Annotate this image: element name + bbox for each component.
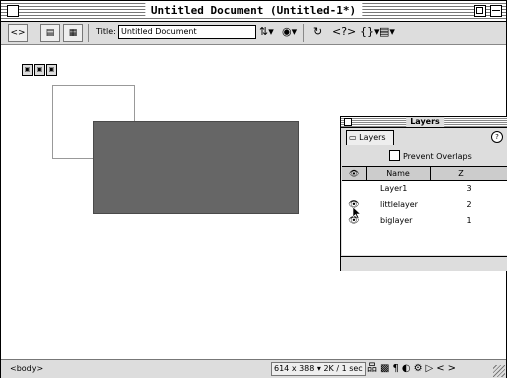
code-nav-icon[interactable]: <?> <box>332 25 356 39</box>
layer-z: 3 <box>466 184 472 193</box>
eye-column-icon[interactable]: 👁 <box>342 167 367 180</box>
split-view-icon: ▤ <box>45 28 55 38</box>
document-window: Untitled Document (Untitled-1*) <> ▤ ▦ T… <box>0 0 507 378</box>
help-icon[interactable]: ? <box>491 131 503 143</box>
timeline-icon[interactable]: ▷ <box>426 363 437 374</box>
layers-table: 👁 Name Z Layer1 3 👁 littlelayer 2 👁 bigl… <box>342 166 507 255</box>
table-row[interactable]: Layer1 3 <box>342 181 507 197</box>
prevent-overlaps-checkbox[interactable] <box>389 150 400 161</box>
table-row[interactable]: 👁 littlelayer 2 <box>342 197 507 213</box>
site-icon[interactable]: 品 <box>367 363 380 374</box>
prevent-overlaps-option[interactable]: Prevent Overlaps <box>389 150 472 162</box>
z-column-header[interactable]: Z <box>431 167 491 180</box>
layer-name: Layer1 <box>380 184 408 193</box>
table-row[interactable]: 👁 biglayer 1 <box>342 213 507 229</box>
layer-name: biglayer <box>380 216 413 225</box>
title-bar[interactable]: Untitled Document (Untitled-1*) <box>1 1 506 22</box>
layer-z: 1 <box>466 216 472 225</box>
assets-icon[interactable]: ▩ <box>380 363 392 374</box>
layer-marker-icon[interactable]: ▣ <box>46 64 57 76</box>
preview-globe-icon[interactable]: ◉▾ <box>282 25 297 39</box>
history-icon[interactable]: ⚙ <box>414 363 426 374</box>
toolbar-divider <box>303 24 304 42</box>
view-options-icon[interactable]: ▤▾ <box>379 25 395 39</box>
tab-label: Layers <box>359 133 386 142</box>
resize-handle[interactable] <box>493 365 505 377</box>
document-toolbar: <> ▤ ▦ Title: ⇅▾ ◉▾ ↻ <?> {}▾ ▤▾ <box>1 22 506 45</box>
layer-marker-icon[interactable]: ▣ <box>34 64 45 76</box>
status-bar: <body> 614 x 388 ▾ 2K / 1 sec 品▩¶◐⚙▷<> <box>1 359 506 378</box>
html-styles-icon[interactable]: ¶ <box>392 363 401 374</box>
panel-footer <box>341 256 507 271</box>
layer-name: littlelayer <box>380 200 418 209</box>
toolbar-divider <box>88 24 89 42</box>
launcher-icons: 品▩¶◐⚙▷<> <box>367 362 459 376</box>
prevent-overlaps-label: Prevent Overlaps <box>403 152 472 161</box>
code-view-button[interactable]: <> <box>8 24 28 42</box>
title-field[interactable] <box>118 25 256 39</box>
diamond-code-icon: <> <box>10 28 26 38</box>
behaviors-icon[interactable]: ◐ <box>402 363 414 374</box>
panel-title-bar[interactable]: Layers <box>341 117 507 128</box>
name-column-header[interactable]: Name <box>366 167 431 180</box>
layers-panel: Layers ▭ Layers ? Prevent Overlaps 👁 Nam… <box>340 116 507 271</box>
file-management-icon[interactable]: ⇅▾ <box>259 25 274 39</box>
layer-z: 2 <box>466 200 472 209</box>
split-view-button[interactable]: ▤ <box>40 24 60 42</box>
close-box[interactable] <box>7 5 19 17</box>
design-view-button[interactable]: ▦ <box>63 24 83 42</box>
window-title: Untitled Document (Untitled-1*) <box>144 3 363 18</box>
braces-icon[interactable]: {}▾ <box>360 25 380 39</box>
layer-markers: ▣ ▣ ▣ <box>22 56 58 76</box>
design-view-icon: ▦ <box>68 28 78 38</box>
zoom-box[interactable] <box>474 5 486 17</box>
tag-selector[interactable]: <body> <box>10 364 43 373</box>
title-label: Title: <box>96 27 116 36</box>
tab-layers[interactable]: ▭ Layers <box>346 130 394 145</box>
collapse-box[interactable] <box>490 5 502 17</box>
refresh-icon[interactable]: ↻ <box>313 25 322 39</box>
layer-marker-icon[interactable]: ▣ <box>22 64 33 76</box>
biglayer-box[interactable] <box>93 121 299 214</box>
panel-close-box[interactable] <box>344 118 352 126</box>
window-size-info[interactable]: 614 x 388 ▾ 2K / 1 sec <box>271 362 366 376</box>
panel-title: Layers <box>406 117 444 127</box>
mouse-pointer-icon <box>353 207 361 219</box>
code-inspector-icon[interactable]: <> <box>436 363 459 374</box>
layers-table-header: 👁 Name Z <box>342 167 507 181</box>
folder-icon: ▭ <box>349 133 357 142</box>
